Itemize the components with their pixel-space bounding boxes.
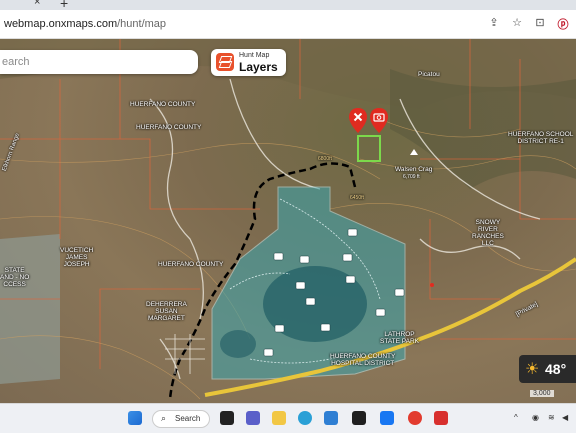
town-streets	[165, 334, 205, 374]
temperature: 48°	[545, 361, 567, 377]
layers-button[interactable]: Hunt Map Layers	[211, 49, 286, 76]
tray-network-icon[interactable]: ◉	[532, 413, 539, 422]
facebook-icon[interactable]	[380, 411, 394, 425]
chrome-icon[interactable]	[408, 411, 422, 425]
star-icon[interactable]: ☆	[510, 16, 524, 32]
label-6450ft: 6450ft	[350, 195, 364, 201]
label-state-land: STATE AND - NO CCESS	[0, 267, 30, 288]
edge-icon[interactable]	[298, 411, 312, 425]
label-picatou: Picatou	[418, 71, 440, 78]
map-canvas[interactable]: Picatou HUERFANO COUNTY HUERFANO COUNTY …	[0, 39, 576, 403]
address-bar[interactable]: webmap.onxmaps.com/hunt/map ⇪ ☆ ⊡ ⓟ	[0, 10, 576, 39]
label-hospital: HUERFANO COUNTY HOSPITAL DISTRICT	[330, 353, 396, 367]
taskbar: ⌕ Search ^ ◉ ≋ ◀	[0, 403, 576, 433]
url-path: /hunt/map	[117, 18, 167, 30]
pins-group	[349, 108, 388, 133]
mail-icon[interactable]	[324, 411, 338, 425]
tray-wifi-icon[interactable]: ≋	[548, 413, 555, 422]
file-explorer-icon[interactable]	[272, 411, 286, 425]
tab-close-icon[interactable]: ×	[34, 0, 40, 8]
label-huerfano-county-1: HUERFANO COUNTY	[130, 101, 196, 108]
label-snowy-river: SNOWY RIVER RANCHES LLC	[472, 219, 504, 247]
layers-caption: Hunt Map	[239, 52, 270, 59]
layers-title: Layers	[239, 60, 278, 74]
sun-icon: ☀	[525, 361, 540, 378]
task-view-icon[interactable]	[220, 411, 234, 425]
waypoint-area	[357, 135, 381, 162]
label-elevation: 6,709 ft	[403, 174, 420, 180]
acrobat-icon[interactable]	[434, 411, 448, 425]
label-huerfano-county-2: HUERFANO COUNTY	[136, 124, 202, 131]
close-pin	[349, 108, 367, 133]
pinterest-icon[interactable]: ⓟ	[556, 16, 570, 32]
store-icon[interactable]	[352, 411, 366, 425]
state-land-parcel	[0, 234, 60, 384]
map-scale: 3,000	[530, 390, 554, 397]
label-lathrop: LATHROP STATE PARK	[380, 331, 420, 345]
label-huerfano-school: HUERFANO SCHOOL DISTRICT RE-1	[508, 131, 574, 145]
taskbar-search-label: Search	[175, 414, 201, 423]
search-icon: ⌕	[161, 413, 167, 423]
horseshoe-lake	[220, 330, 256, 358]
label-walsen-crag: Walsen Crag	[395, 166, 433, 173]
extension-icon[interactable]: ⊡	[533, 16, 547, 32]
url-host: webmap.onxmaps.com	[4, 18, 118, 30]
url-text[interactable]: webmap.onxmaps.com/hunt/map	[4, 18, 166, 30]
label-deherrera: DEHERRERA SUSAN MARGARET	[146, 301, 187, 322]
peak-marker	[410, 149, 418, 155]
label-vucetich: VUCETICH JAMES JOSEPH	[60, 247, 94, 268]
search-placeholder: earch	[2, 56, 30, 68]
label-huerfano-county-3: HUERFANO COUNTY	[158, 261, 224, 268]
label-6800ft: 6800ft	[318, 156, 332, 162]
layers-icon	[216, 53, 234, 71]
browser-tab-strip: × +	[0, 0, 576, 11]
teams-icon[interactable]	[246, 411, 260, 425]
share-icon[interactable]: ⇪	[487, 16, 501, 32]
marker-dot	[430, 283, 434, 287]
windows-icon[interactable]	[128, 411, 142, 425]
map-search-input[interactable]: earch	[0, 50, 198, 74]
address-bar-actions: ⇪ ☆ ⊡ ⓟ	[487, 16, 570, 32]
taskbar-search[interactable]: ⌕ Search	[152, 410, 210, 428]
weather-widget[interactable]: ☀ 48°	[519, 355, 576, 383]
tray-volume-icon[interactable]: ◀	[562, 413, 568, 422]
tray-chevron-icon[interactable]: ^	[514, 413, 518, 422]
